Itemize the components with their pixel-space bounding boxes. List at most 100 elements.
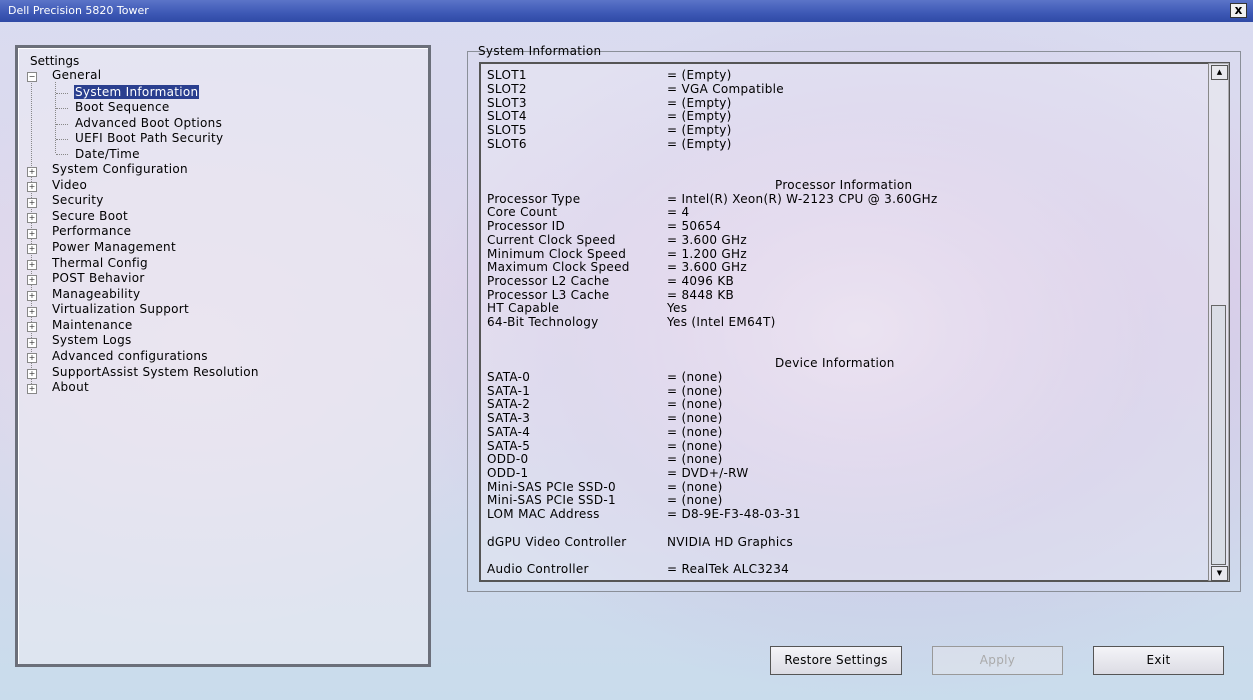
expand-icon[interactable]: + [27,353,37,363]
info-key: Mini-SAS PCIe SSD-1 [487,493,616,507]
tree-item-virtualization-support[interactable]: Virtualization Support [52,302,189,316]
info-value: = 3.600 GHz [667,233,747,247]
info-value: Yes (Intel EM64T) [667,315,776,329]
tree-item-system-configuration[interactable]: System Configuration [52,162,188,176]
expand-icon[interactable]: + [27,244,37,254]
section-heading-processor: Processor Information [775,178,913,192]
tree-item-system-information[interactable]: System Information [74,85,200,99]
info-key: LOM MAC Address [487,507,600,521]
info-key: SATA-1 [487,384,531,398]
tree-item-power-management[interactable]: Power Management [52,240,176,254]
tree-item-general[interactable]: General [52,68,101,82]
info-value: = (Empty) [667,123,732,137]
expand-icon[interactable]: + [27,182,37,192]
tree-item-advanced-configurations[interactable]: Advanced configurations [52,349,208,363]
tree-item-uefi-boot-path-security[interactable]: UEFI Boot Path Security [75,131,223,145]
info-value: Yes [667,301,688,315]
scroll-down-icon[interactable]: ▼ [1211,566,1228,581]
info-value: = (none) [667,452,723,466]
tree-item-boot-sequence[interactable]: Boot Sequence [75,100,170,114]
title-bar: Dell Precision 5820 Tower x [0,0,1253,22]
info-key: dGPU Video Controller [487,535,627,549]
exit-button[interactable]: Exit [1093,646,1224,675]
tree-item-manageability[interactable]: Manageability [52,287,140,301]
expand-icon[interactable]: + [27,275,37,285]
info-key: SLOT1 [487,68,527,82]
info-value: = D8-9E-F3-48-03-31 [667,507,801,521]
info-key: SATA-5 [487,439,531,453]
tree-item-security[interactable]: Security [52,193,104,207]
tree-item-system-logs[interactable]: System Logs [52,333,132,347]
info-key: SLOT2 [487,82,527,96]
info-value: = 8448 KB [667,288,735,302]
tree-connector [56,108,68,109]
scroll-up-icon[interactable]: ▲ [1211,65,1228,80]
tree-item-performance[interactable]: Performance [52,224,131,238]
info-value: = (none) [667,493,723,507]
info-value: = (Empty) [667,68,732,82]
section-heading-device: Device Information [775,356,895,370]
info-key: Current Clock Speed [487,233,616,247]
collapse-icon[interactable]: − [27,72,37,82]
tree-connector [56,93,68,94]
vertical-scrollbar[interactable]: ▲ ▼ [1208,63,1229,581]
restore-settings-button[interactable]: Restore Settings [770,646,902,675]
scroll-thumb[interactable] [1211,305,1226,565]
tree-item-date-time[interactable]: Date/Time [75,147,140,161]
apply-button[interactable]: Apply [932,646,1063,675]
info-value: = (none) [667,480,723,494]
info-key: Core Count [487,205,558,219]
info-value: = VGA Compatible [667,82,784,96]
tree-item-about[interactable]: About [52,380,89,394]
info-key: Minimum Clock Speed [487,247,627,261]
expand-icon[interactable]: + [27,229,37,239]
expand-icon[interactable]: + [27,369,37,379]
group-title: System Information [478,44,602,58]
expand-icon[interactable]: + [27,198,37,208]
info-value: = (none) [667,370,723,384]
info-value: = 4 [667,205,690,219]
info-value: = (none) [667,384,723,398]
tree-item-video[interactable]: Video [52,178,87,192]
info-key: SLOT3 [487,96,527,110]
info-key: Processor L2 Cache [487,274,610,288]
expand-icon[interactable]: + [27,307,37,317]
info-key: Processor L3 Cache [487,288,610,302]
expand-icon[interactable]: + [27,291,37,301]
expand-icon[interactable]: + [27,322,37,332]
info-value: = 50654 [667,219,722,233]
expand-icon[interactable]: + [27,384,37,394]
info-key: ODD-0 [487,452,529,466]
info-key: Mini-SAS PCIe SSD-0 [487,480,616,494]
expand-icon[interactable]: + [27,338,37,348]
info-value: = DVD+/-RW [667,466,749,480]
tree-root-settings: Settings [30,54,80,68]
expand-icon[interactable]: + [27,260,37,270]
info-value: = (Empty) [667,137,732,151]
tree-item-advanced-boot-options[interactable]: Advanced Boot Options [75,116,222,130]
tree-item-thermal-config[interactable]: Thermal Config [52,256,148,270]
tree-item-maintenance[interactable]: Maintenance [52,318,133,332]
info-key: SATA-2 [487,397,531,411]
info-key: SLOT4 [487,109,527,123]
expand-icon[interactable]: + [27,213,37,223]
expand-icon[interactable]: + [27,167,37,177]
info-key: SLOT6 [487,137,527,151]
info-key: ODD-1 [487,466,529,480]
info-value: = (none) [667,425,723,439]
close-button[interactable]: x [1230,3,1247,18]
info-value: = (none) [667,411,723,425]
tree-item-supportassist[interactable]: SupportAssist System Resolution [52,365,259,379]
info-value: = 1.200 GHz [667,247,747,261]
window-title: Dell Precision 5820 Tower [8,4,149,17]
tree-connector [56,154,68,155]
tree-connector [56,124,68,125]
tree-item-post-behavior[interactable]: POST Behavior [52,271,145,285]
info-value: = (Empty) [667,109,732,123]
system-information-list: SLOT1 = (Empty) SLOT2 = VGA Compatible SLO… [479,62,1230,582]
tree-item-secure-boot[interactable]: Secure Boot [52,209,128,223]
info-value: = 4096 KB [667,274,735,288]
info-key: HT Capable [487,301,560,315]
info-key: Processor Type [487,192,581,206]
tree-connector [56,139,68,140]
